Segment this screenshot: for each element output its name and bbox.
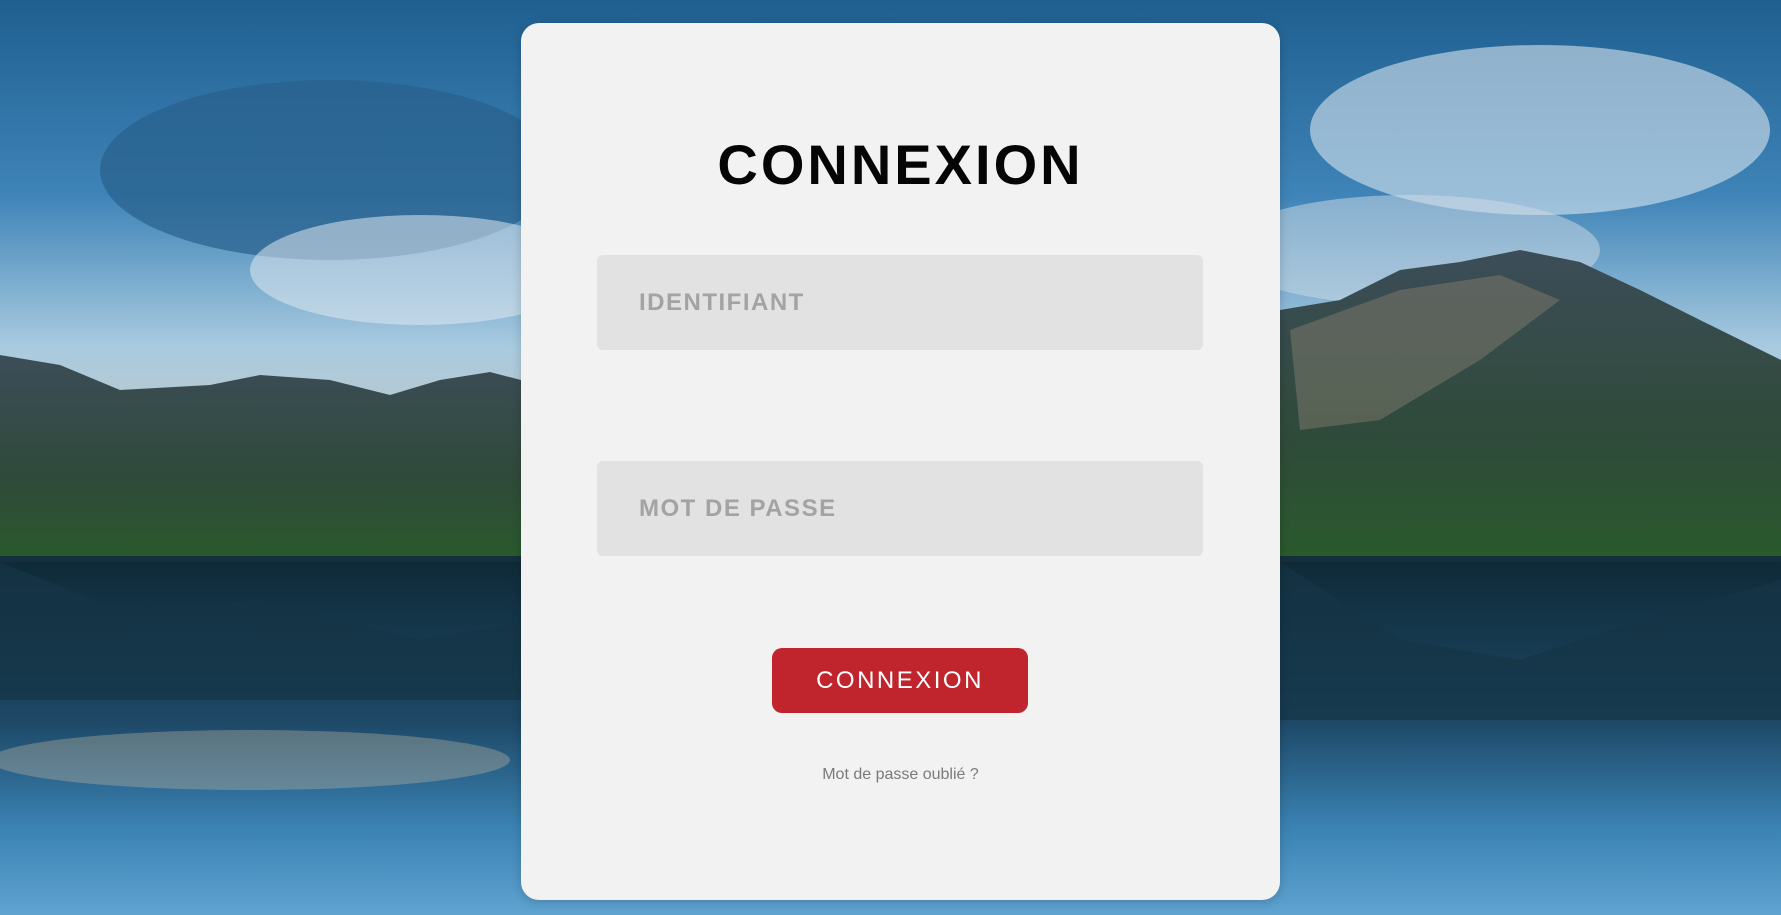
- login-card: CONNEXION CONNEXION Mot de passe oublié …: [521, 23, 1280, 900]
- login-submit-button[interactable]: CONNEXION: [772, 648, 1028, 713]
- login-title: CONNEXION: [717, 133, 1084, 196]
- forgot-password-link[interactable]: Mot de passe oublié ?: [521, 766, 1280, 784]
- username-input[interactable]: [597, 255, 1203, 350]
- password-input[interactable]: [597, 461, 1203, 556]
